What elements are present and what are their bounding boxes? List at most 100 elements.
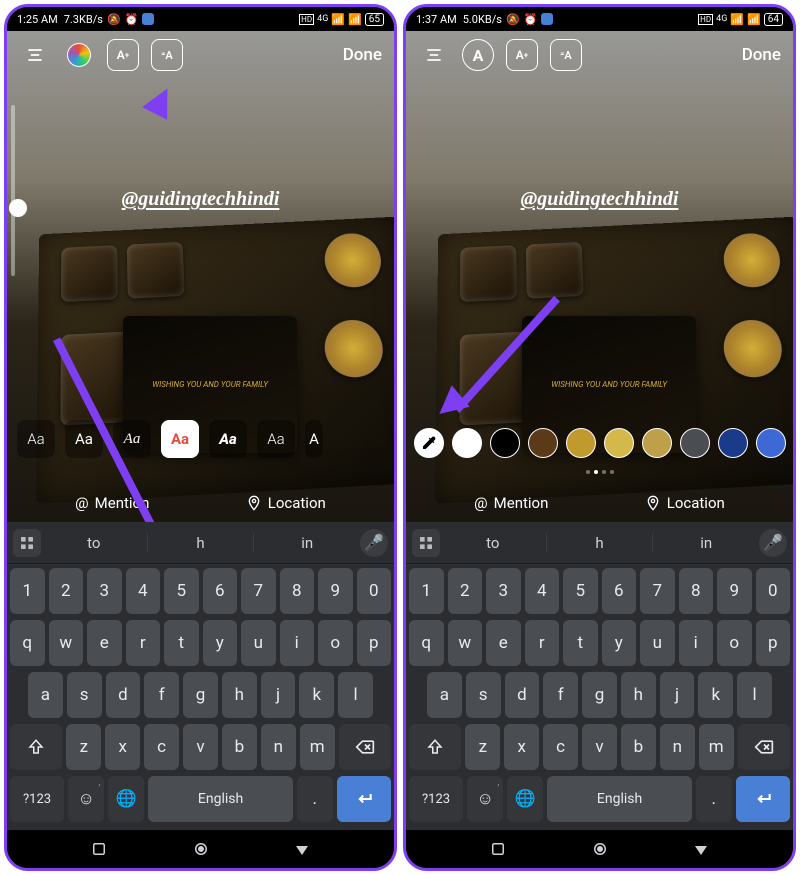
key-9[interactable]: 9 — [318, 568, 353, 614]
key-l[interactable]: l — [338, 672, 373, 718]
home-button[interactable] — [192, 840, 210, 858]
key-g[interactable]: g — [183, 672, 218, 718]
voice-input-icon[interactable]: 🎤 — [360, 529, 388, 557]
key-0[interactable]: 0 — [756, 568, 791, 614]
color-swatch-gold2[interactable] — [604, 428, 634, 458]
color-swatch-blue[interactable] — [756, 428, 786, 458]
key-h[interactable]: h — [222, 672, 257, 718]
key-o[interactable]: o — [717, 620, 752, 666]
key-9[interactable]: 9 — [717, 568, 752, 614]
font-option-4[interactable]: Aa — [209, 420, 247, 458]
location-suggestion[interactable]: Location — [246, 494, 326, 512]
mention-suggestion[interactable]: @ Mention — [474, 494, 548, 512]
key-j[interactable]: j — [261, 672, 296, 718]
shift-key[interactable] — [409, 724, 461, 770]
key-x[interactable]: x — [504, 724, 539, 770]
backspace-key[interactable] — [339, 724, 391, 770]
text-style-button[interactable]: A — [462, 39, 494, 71]
key-t[interactable]: t — [164, 620, 199, 666]
key-8[interactable]: 8 — [679, 568, 714, 614]
slider-thumb[interactable] — [9, 199, 27, 217]
space-key[interactable]: English — [148, 776, 292, 822]
font-option-3[interactable]: Aa — [161, 420, 199, 458]
key-7[interactable]: 7 — [241, 568, 276, 614]
key-u[interactable]: u — [640, 620, 675, 666]
emoji-key[interactable]: ,☺ — [68, 776, 104, 822]
eyedropper-button[interactable] — [414, 428, 444, 458]
language-key[interactable]: 🌐 — [108, 776, 144, 822]
key-s[interactable]: s — [67, 672, 102, 718]
key-6[interactable]: 6 — [203, 568, 238, 614]
backspace-key[interactable] — [738, 724, 790, 770]
voice-input-icon[interactable]: 🎤 — [759, 529, 787, 557]
font-option-0[interactable]: Aa — [17, 420, 55, 458]
key-i[interactable]: i — [280, 620, 315, 666]
color-swatch-gold3[interactable] — [642, 428, 672, 458]
back-button[interactable] — [293, 840, 311, 858]
key-n[interactable]: n — [660, 724, 695, 770]
key-n[interactable]: n — [261, 724, 296, 770]
text-bg-button[interactable]: ⁼A — [151, 39, 183, 71]
key-g[interactable]: g — [582, 672, 617, 718]
key-y[interactable]: y — [602, 620, 637, 666]
color-swatch-navy[interactable] — [718, 428, 748, 458]
font-picker[interactable]: Aa Aa Aa Aa Aa Aa A — [7, 420, 394, 458]
key-0[interactable]: 0 — [357, 568, 392, 614]
key-2[interactable]: 2 — [49, 568, 84, 614]
key-r[interactable]: r — [525, 620, 560, 666]
key-2[interactable]: 2 — [448, 568, 483, 614]
font-size-button[interactable]: A+ — [107, 39, 139, 71]
period-key[interactable]: . — [696, 776, 732, 822]
key-b[interactable]: b — [621, 724, 656, 770]
key-m[interactable]: m — [699, 724, 734, 770]
symbols-key[interactable]: ?123 — [10, 776, 64, 822]
key-f[interactable]: f — [144, 672, 179, 718]
mention-text[interactable]: @guidingtechhindi — [122, 188, 280, 211]
key-v[interactable]: v — [183, 724, 218, 770]
key-w[interactable]: w — [49, 620, 84, 666]
period-key[interactable]: . — [297, 776, 333, 822]
color-swatch-gold1[interactable] — [566, 428, 596, 458]
emoji-key[interactable]: ,☺ — [467, 776, 503, 822]
home-button[interactable] — [591, 840, 609, 858]
location-suggestion[interactable]: Location — [645, 494, 725, 512]
key-d[interactable]: d — [106, 672, 141, 718]
suggestion-2[interactable]: in — [258, 534, 356, 552]
key-q[interactable]: q — [409, 620, 444, 666]
done-button[interactable]: Done — [742, 45, 781, 65]
color-wheel-button[interactable] — [63, 39, 95, 71]
language-key[interactable]: 🌐 — [507, 776, 543, 822]
key-6[interactable]: 6 — [602, 568, 637, 614]
key-u[interactable]: u — [241, 620, 276, 666]
font-size-button[interactable]: A+ — [506, 39, 538, 71]
key-5[interactable]: 5 — [164, 568, 199, 614]
key-o[interactable]: o — [318, 620, 353, 666]
color-swatch-white[interactable] — [452, 428, 482, 458]
key-a[interactable]: a — [28, 672, 63, 718]
key-b[interactable]: b — [222, 724, 257, 770]
key-f[interactable]: f — [543, 672, 578, 718]
key-v[interactable]: v — [582, 724, 617, 770]
enter-key[interactable] — [736, 776, 790, 822]
key-c[interactable]: c — [144, 724, 179, 770]
key-p[interactable]: p — [357, 620, 392, 666]
key-i[interactable]: i — [679, 620, 714, 666]
key-3[interactable]: 3 — [87, 568, 122, 614]
key-7[interactable]: 7 — [640, 568, 675, 614]
key-p[interactable]: p — [756, 620, 791, 666]
key-e[interactable]: e — [87, 620, 122, 666]
suggestion-0[interactable]: to — [444, 534, 542, 552]
shift-key[interactable] — [10, 724, 62, 770]
key-k[interactable]: k — [299, 672, 334, 718]
done-button[interactable]: Done — [343, 45, 382, 65]
color-swatch-black[interactable] — [490, 428, 520, 458]
key-h[interactable]: h — [621, 672, 656, 718]
key-t[interactable]: t — [563, 620, 598, 666]
keyboard-apps-icon[interactable] — [13, 529, 41, 557]
key-k[interactable]: k — [698, 672, 733, 718]
text-size-slider[interactable] — [11, 105, 15, 277]
recents-button[interactable] — [90, 840, 108, 858]
key-j[interactable]: j — [660, 672, 695, 718]
key-l[interactable]: l — [737, 672, 772, 718]
key-w[interactable]: w — [448, 620, 483, 666]
